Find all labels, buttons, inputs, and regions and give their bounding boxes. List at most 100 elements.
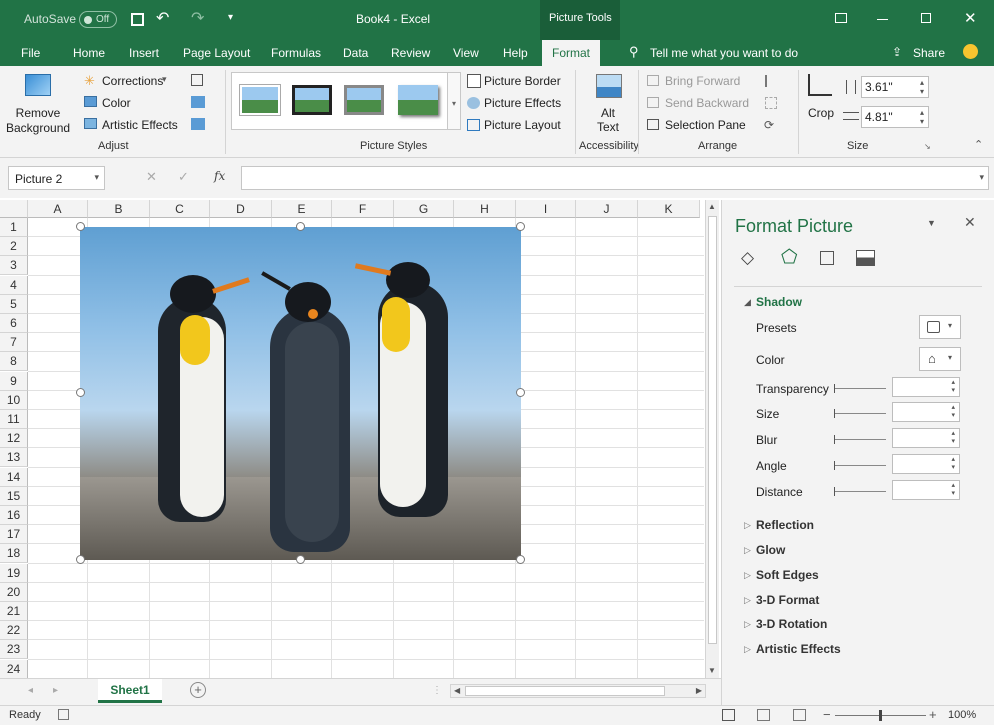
glow-section-header[interactable]: Glow — [756, 543, 785, 557]
send-backward-button[interactable]: Send Backward — [665, 96, 749, 110]
autosave-toggle[interactable]: Off — [79, 11, 117, 28]
zoom-out-icon[interactable]: − — [823, 707, 831, 722]
reset-picture-icon[interactable] — [191, 118, 205, 130]
size-input[interactable]: ▴ ▾ — [892, 402, 960, 422]
column-header[interactable]: I — [516, 200, 576, 218]
row-header[interactable]: 21 — [0, 602, 28, 621]
tab-format[interactable]: Format — [542, 40, 601, 66]
height-input[interactable]: 3.61" ▴ ▾ — [861, 76, 929, 98]
pane-close-icon[interactable]: ✕ — [964, 214, 976, 231]
fill-line-icon[interactable]: ◇ — [741, 248, 754, 268]
picture-effects-button[interactable]: Picture Effects — [484, 96, 561, 110]
size-properties-icon[interactable] — [820, 251, 834, 265]
ribbon-display-icon[interactable] — [835, 13, 847, 23]
artistic-effects-button[interactable]: Artistic Effects — [102, 118, 178, 132]
row-header[interactable]: 15 — [0, 486, 28, 506]
tab-help[interactable]: Help — [503, 46, 528, 60]
shadow-section-header[interactable]: Shadow — [756, 295, 802, 309]
pane-options-icon[interactable]: ▼ — [927, 218, 936, 228]
resize-handle[interactable] — [516, 222, 525, 231]
zoom-slider[interactable] — [835, 710, 926, 721]
distance-slider[interactable] — [834, 487, 886, 496]
page-layout-view-icon[interactable] — [757, 709, 770, 721]
minimize-icon[interactable] — [877, 19, 888, 20]
row-header[interactable]: 5 — [0, 294, 28, 314]
share-button[interactable]: Share — [913, 46, 945, 60]
scroll-up-icon[interactable]: ▲ — [708, 202, 716, 211]
resize-handle[interactable] — [296, 555, 305, 564]
worksheet-grid[interactable]: ABCDEFGHIJK 1 2 3 4 5 6 7 8 9 10 11 12 13 14 15 16 17 18 1… — [0, 200, 719, 679]
column-header[interactable]: E — [272, 200, 332, 218]
scroll-left-icon[interactable]: ◀ — [454, 686, 460, 695]
row-header[interactable]: 16 — [0, 506, 28, 525]
sheet-next-icon[interactable]: ▸ — [53, 685, 58, 696]
size-launcher-icon[interactable]: ↘ — [924, 142, 931, 151]
scroll-down-icon[interactable]: ▼ — [708, 666, 716, 675]
row-header[interactable]: 22 — [0, 621, 28, 641]
row-header[interactable]: 6 — [0, 314, 28, 333]
zoom-level[interactable]: 100% — [948, 709, 976, 721]
tab-review[interactable]: Review — [391, 46, 430, 60]
style-thumbnail[interactable] — [398, 85, 438, 115]
angle-slider[interactable] — [834, 461, 886, 470]
crop-button[interactable]: Crop — [808, 106, 834, 120]
blur-input[interactable]: ▴ ▾ — [892, 428, 960, 448]
row-header[interactable]: 4 — [0, 275, 28, 295]
remove-background-button[interactable]: Remove Background — [6, 106, 70, 136]
compress-pictures-icon[interactable] — [191, 74, 203, 86]
enter-icon[interactable]: ✓ — [178, 169, 189, 185]
size-slider[interactable] — [834, 409, 886, 418]
bring-forward-button[interactable]: Bring Forward — [665, 74, 740, 88]
style-thumbnail[interactable] — [292, 85, 332, 115]
close-window-icon[interactable]: ✕ — [964, 9, 977, 27]
resize-handle[interactable] — [516, 555, 525, 564]
row-header[interactable]: 13 — [0, 448, 28, 468]
alt-text-button[interactable]: Alt Text — [592, 106, 624, 134]
undo-icon[interactable]: ↶ — [156, 8, 169, 28]
column-header[interactable]: G — [394, 200, 454, 218]
tab-page-layout[interactable]: Page Layout — [183, 46, 250, 60]
expand-icon[interactable]: ▷ — [744, 644, 751, 655]
row-header[interactable]: 11 — [0, 410, 28, 429]
normal-view-icon[interactable] — [722, 709, 735, 721]
macro-record-icon[interactable] — [58, 709, 69, 720]
color-button[interactable]: Color — [102, 96, 131, 110]
column-header[interactable]: K — [638, 200, 700, 218]
angle-input[interactable]: ▴ ▾ — [892, 454, 960, 474]
gallery-scroll[interactable]: ▾ — [447, 72, 461, 130]
shadow-color-dropdown[interactable]: ⌂ ▾ — [919, 347, 961, 371]
horizontal-scroll-thumb[interactable] — [465, 686, 665, 696]
scroll-right-icon[interactable]: ▶ — [696, 686, 702, 695]
column-header[interactable]: A — [28, 200, 88, 218]
column-header[interactable]: H — [454, 200, 516, 218]
transparency-input[interactable]: ▴ ▾ — [892, 377, 960, 397]
row-header[interactable]: 9 — [0, 371, 28, 391]
select-all-corner[interactable] — [0, 200, 28, 218]
column-header[interactable]: B — [88, 200, 150, 218]
picture-layout-button[interactable]: Picture Layout — [484, 118, 561, 132]
zoom-in-icon[interactable]: + — [929, 707, 937, 722]
presets-dropdown[interactable]: ▾ — [919, 315, 961, 339]
expand-icon[interactable]: ▷ — [744, 520, 751, 531]
blur-slider[interactable] — [834, 435, 886, 444]
column-header[interactable]: C — [150, 200, 210, 218]
row-header[interactable]: 7 — [0, 333, 28, 353]
row-header[interactable]: 24 — [0, 659, 28, 679]
row-header[interactable]: 23 — [0, 640, 28, 660]
sheet-tab-sheet1[interactable]: Sheet1 — [98, 679, 162, 703]
reflection-section-header[interactable]: Reflection — [756, 518, 814, 532]
resize-handle[interactable] — [76, 222, 85, 231]
row-header[interactable]: 12 — [0, 429, 28, 449]
column-header[interactable]: D — [210, 200, 272, 218]
collapse-ribbon-icon[interactable]: ⌃ — [974, 138, 983, 151]
selection-pane-button[interactable]: Selection Pane — [665, 118, 746, 132]
row-header[interactable]: 14 — [0, 467, 28, 487]
3d-rotation-section-header[interactable]: 3-D Rotation — [756, 617, 827, 631]
transparency-slider[interactable] — [834, 384, 886, 393]
row-header[interactable]: 1 — [0, 218, 28, 237]
artistic-effects-section-header[interactable]: Artistic Effects — [756, 642, 841, 656]
resize-handle[interactable] — [516, 388, 525, 397]
3d-format-section-header[interactable]: 3-D Format — [756, 593, 819, 607]
name-box[interactable]: Picture 2 ▾ — [8, 166, 105, 190]
formula-input[interactable]: ▾ — [241, 166, 989, 190]
